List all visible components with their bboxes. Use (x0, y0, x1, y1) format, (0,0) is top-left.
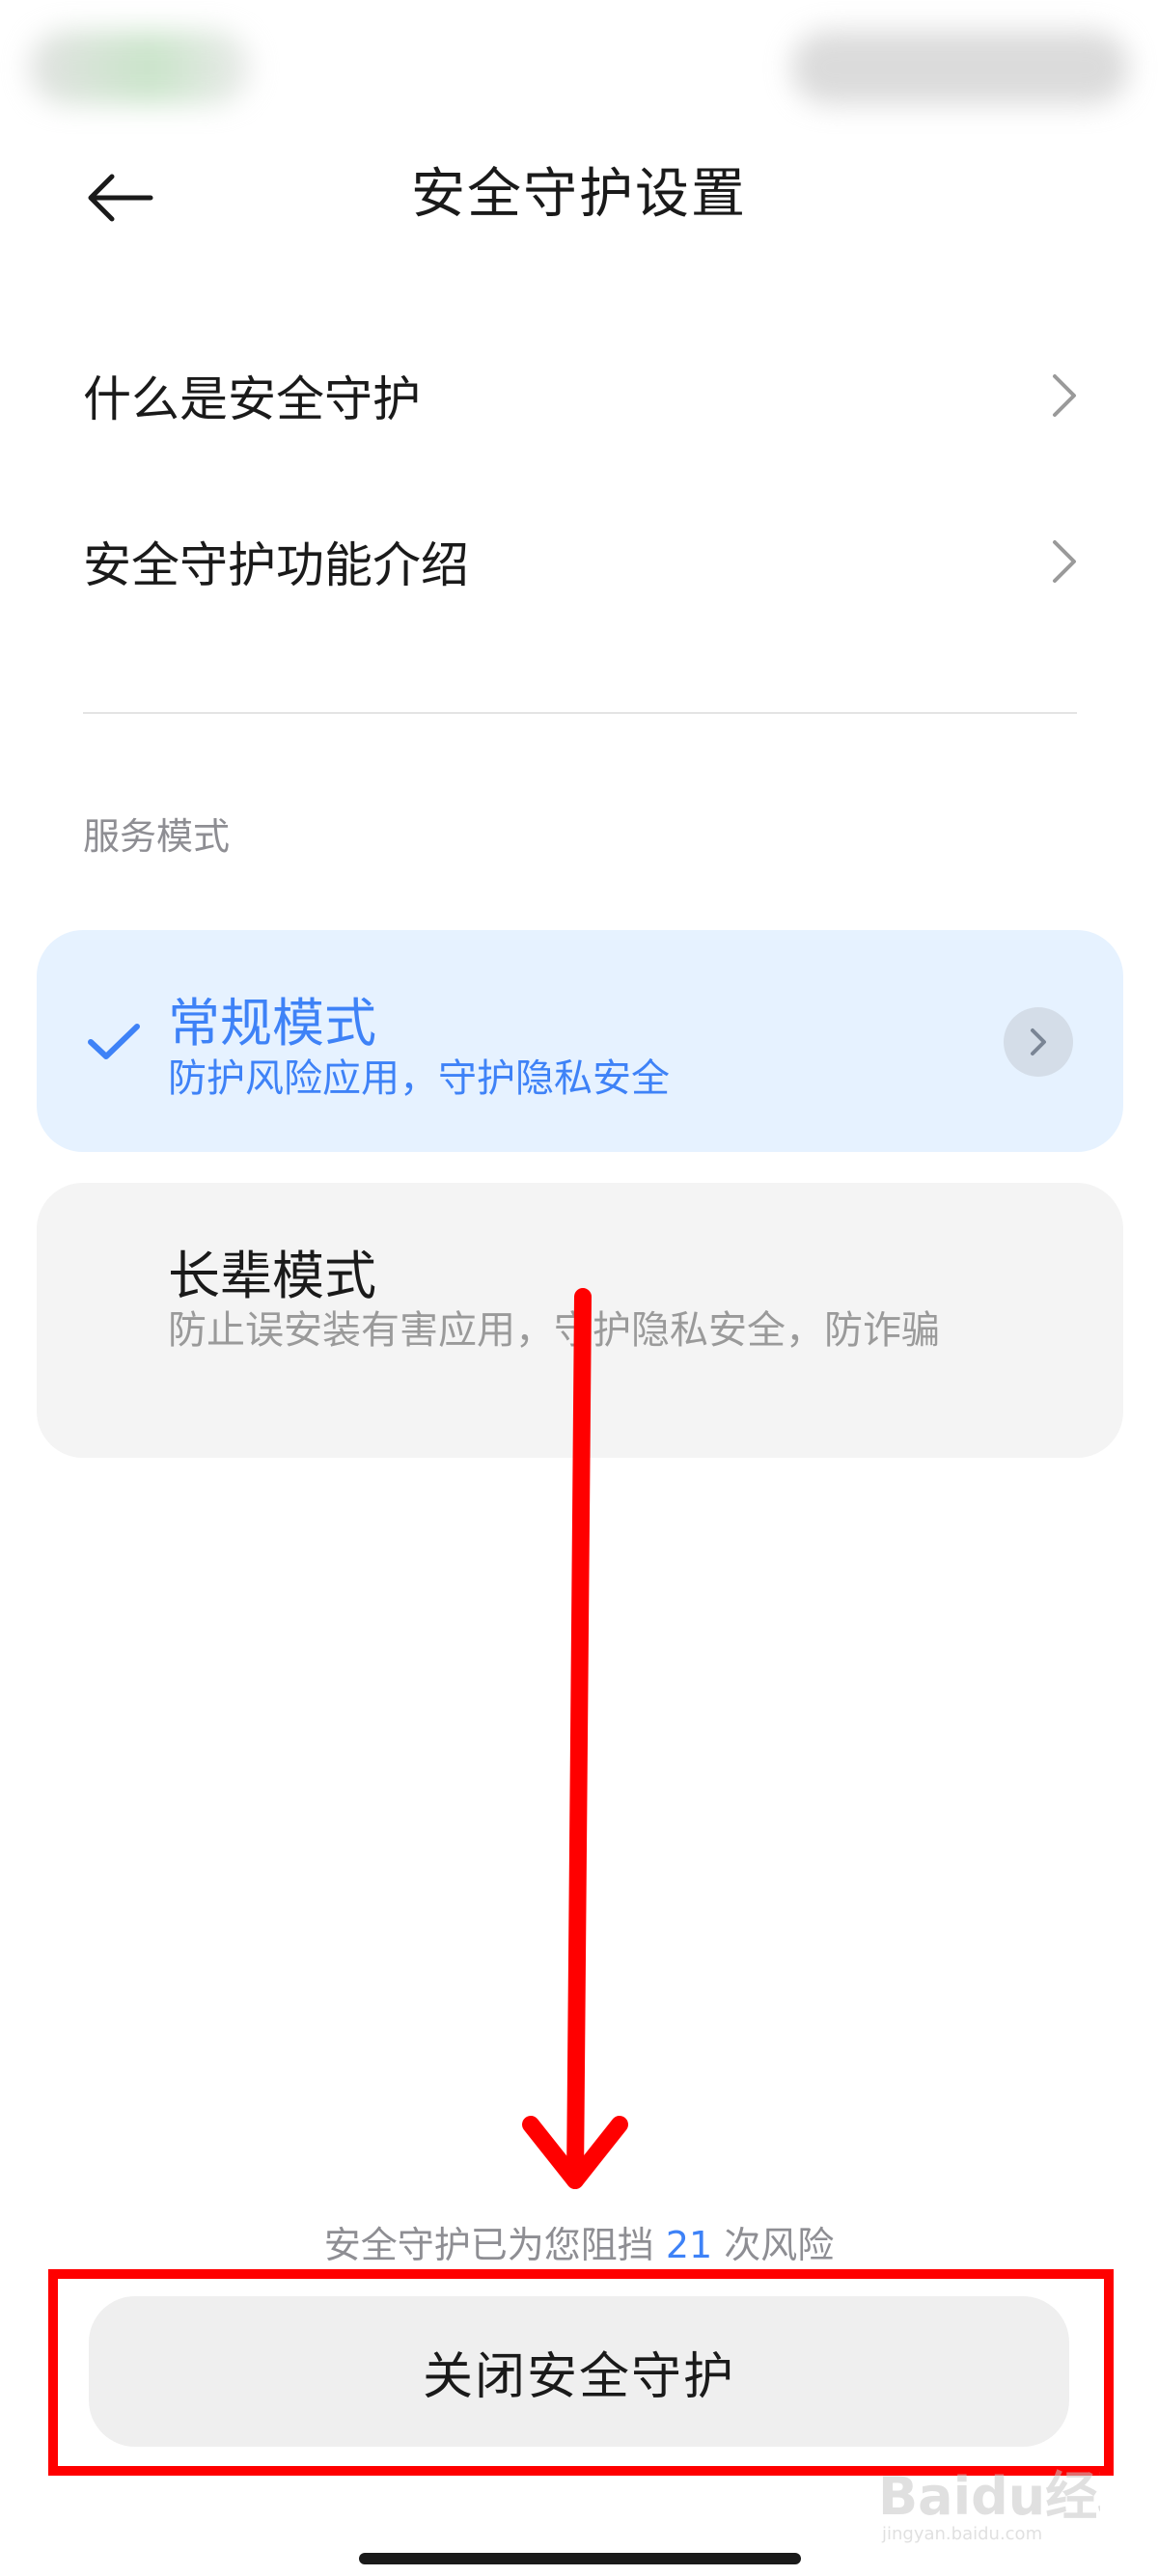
list-item-label: 安全守护功能介绍 (83, 537, 469, 593)
svg-text:jingyan.baidu.com: jingyan.baidu.com (881, 2524, 1042, 2544)
block-info-suffix: 次风险 (724, 2224, 835, 2266)
list-item-label: 什么是安全守护 (83, 371, 421, 427)
mode-detail-button[interactable] (1004, 1007, 1073, 1077)
status-bar-left-blurred (29, 31, 251, 104)
list-item-what-is-security[interactable]: 什么是安全守护 (83, 343, 1077, 449)
divider (83, 712, 1077, 714)
mode-title: 常规模式 (168, 993, 376, 1054)
status-bar-right-blurred (791, 31, 1129, 104)
annotation-arrow-down-icon (522, 1288, 628, 2189)
mode-card-normal[interactable]: 常规模式 防护风险应用，守护隐私安全 (37, 930, 1123, 1152)
checkmark-icon (88, 1024, 140, 1059)
home-indicator[interactable] (359, 2553, 801, 2564)
block-count: 21 (665, 2224, 713, 2266)
chevron-right-icon (1053, 374, 1076, 417)
mode-description: 防护风险应用，守护隐私安全 (168, 1056, 670, 1101)
page-title: 安全守护设置 (411, 163, 747, 226)
status-bar (0, 0, 1158, 106)
section-label-service-mode: 服务模式 (83, 815, 231, 858)
block-info-prefix: 安全守护已为您阻挡 (323, 2224, 654, 2266)
block-count-info: 安全守护已为您阻挡 21 次风险 (0, 2215, 1158, 2268)
svg-text:Baidu经验: Baidu经验 (878, 2466, 1100, 2527)
baidu-watermark-logo: Baidu经验 jingyan.baidu.com (878, 2466, 1100, 2544)
list-item-feature-intro[interactable]: 安全守护功能介绍 (83, 508, 1077, 615)
mode-title: 长辈模式 (168, 1246, 376, 1306)
chevron-right-icon (1031, 1028, 1046, 1055)
annotation-highlight-box (48, 2269, 1114, 2476)
chevron-right-icon (1053, 540, 1076, 583)
